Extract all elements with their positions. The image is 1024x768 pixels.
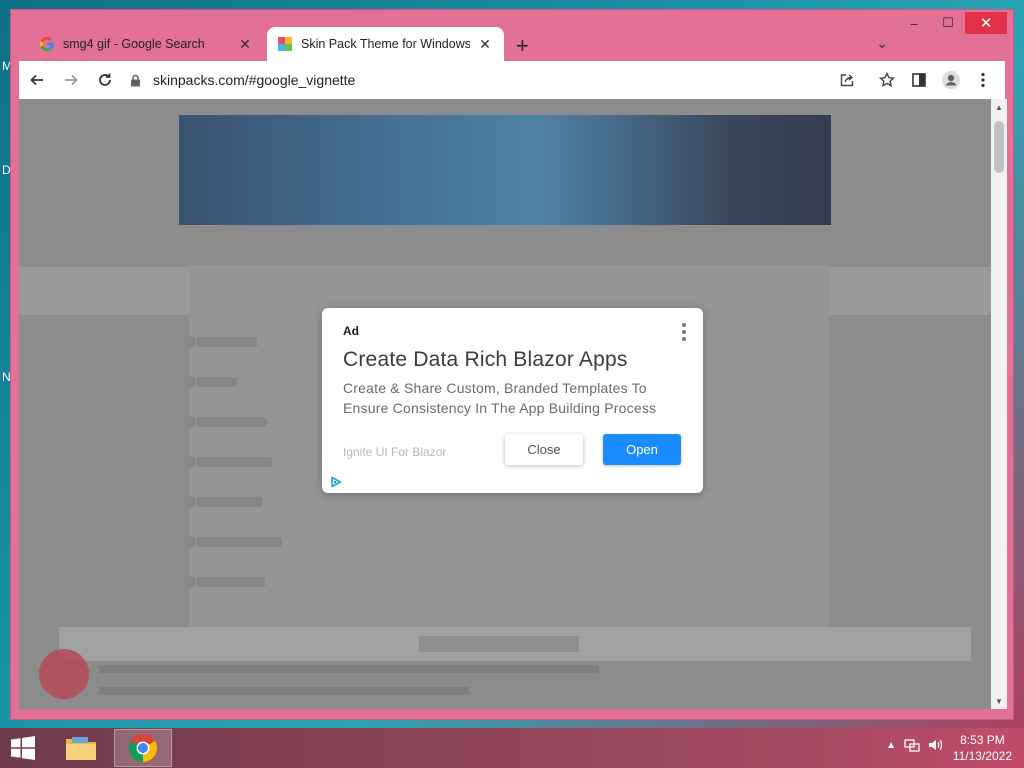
taskbar-clock[interactable]: 8:53 PM 11/13/2022	[953, 732, 1012, 764]
cookie-text	[99, 687, 469, 695]
window-controls: – ☐ ✕	[897, 12, 1007, 34]
network-icon[interactable]	[904, 738, 920, 752]
chrome-icon	[129, 734, 157, 762]
start-button[interactable]	[0, 728, 46, 768]
cookie-text	[99, 665, 599, 673]
show-hidden-icons-icon[interactable]: ▲	[886, 740, 896, 751]
tab-skinpack[interactable]: Skin Pack Theme for Windows 11 ✕	[267, 27, 504, 61]
menu-item-icon	[184, 336, 196, 348]
bookmark-star-icon[interactable]	[871, 65, 903, 95]
windows-logo-icon	[11, 736, 35, 760]
close-window-button[interactable]: ✕	[965, 12, 1007, 34]
taskbar-chrome[interactable]	[114, 729, 172, 767]
ad-open-button[interactable]: Open	[603, 434, 681, 465]
ad-close-button[interactable]: Close	[505, 434, 583, 465]
side-panel-icon[interactable]	[903, 65, 935, 95]
taskbar-file-explorer[interactable]	[52, 729, 110, 767]
tab-label: smg4 gif - Google Search	[63, 37, 205, 51]
ad-options-icon[interactable]	[679, 323, 689, 341]
floating-action-icon	[39, 649, 89, 699]
skinpack-icon	[278, 37, 292, 51]
cookie-button	[419, 636, 579, 652]
lock-icon[interactable]	[127, 74, 143, 87]
url-text[interactable]: skinpacks.com/#google_vignette	[153, 72, 355, 88]
menu-item	[197, 497, 262, 507]
back-button[interactable]	[21, 64, 53, 96]
arrow-right-icon	[65, 74, 78, 86]
menu-item-icon	[184, 576, 196, 588]
ad-description[interactable]: Create & Share Custom, Branded Templates…	[343, 379, 683, 418]
menu-item-icon	[184, 496, 196, 508]
site-banner	[179, 115, 831, 225]
scrollbar-thumb[interactable]	[994, 121, 1004, 173]
share-icon[interactable]	[831, 65, 863, 95]
tab-label: Skin Pack Theme for Windows 11	[301, 37, 470, 51]
address-bar[interactable]: skinpacks.com/#google_vignette	[127, 65, 875, 95]
close-tab-icon[interactable]: ✕	[476, 36, 494, 53]
clock-date: 11/13/2022	[952, 749, 1012, 763]
menu-item	[197, 337, 257, 347]
clock-time: 8:53 PM	[960, 733, 1005, 747]
menu-item-icon	[184, 536, 196, 548]
toolbar-actions	[831, 65, 999, 95]
reload-button[interactable]	[89, 64, 121, 96]
google-g-icon	[39, 37, 54, 51]
ad-label: Ad	[343, 324, 359, 338]
menu-item-icon	[184, 376, 196, 388]
folder-icon	[66, 737, 96, 760]
maximize-button[interactable]: ☐	[931, 12, 965, 34]
menu-item-icon	[184, 456, 196, 468]
ad-headline[interactable]: Create Data Rich Blazor Apps	[343, 348, 628, 372]
profile-avatar-icon[interactable]	[935, 65, 967, 95]
adchoices-icon[interactable]	[330, 476, 342, 488]
system-tray: ▲	[886, 738, 944, 752]
menu-item	[197, 537, 282, 547]
volume-icon[interactable]	[928, 738, 944, 752]
reload-icon	[99, 73, 111, 86]
tab-search-icon[interactable]: ⌄	[876, 35, 888, 52]
new-tab-button[interactable]: +	[516, 33, 529, 59]
scroll-down-arrow-icon[interactable]: ▼	[991, 693, 1007, 709]
menu-item	[197, 577, 265, 587]
menu-item	[197, 457, 272, 467]
close-tab-icon[interactable]: ✕	[236, 36, 254, 53]
menu-item	[197, 377, 237, 387]
arrow-left-icon	[30, 74, 43, 86]
tab-strip: smg4 gif - Google Search ✕ Skin Pack The…	[19, 21, 903, 61]
ad-advertiser[interactable]: Ignite UI For Blazor	[343, 445, 446, 459]
more-menu-icon[interactable]	[967, 65, 999, 95]
vignette-ad-dialog: Ad Create Data Rich Blazor Apps Create &…	[322, 308, 703, 493]
taskbar: ▲ 8:53 PM 11/13/2022	[0, 728, 1024, 768]
scroll-up-arrow-icon[interactable]: ▲	[991, 99, 1007, 115]
menu-item-icon	[184, 416, 196, 428]
forward-button[interactable]	[55, 64, 87, 96]
page-scrollbar[interactable]: ▲ ▼	[991, 99, 1007, 709]
tab-google-search[interactable]: smg4 gif - Google Search ✕	[29, 27, 264, 61]
browser-toolbar: skinpacks.com/#google_vignette	[19, 61, 1005, 99]
menu-item	[197, 417, 267, 427]
